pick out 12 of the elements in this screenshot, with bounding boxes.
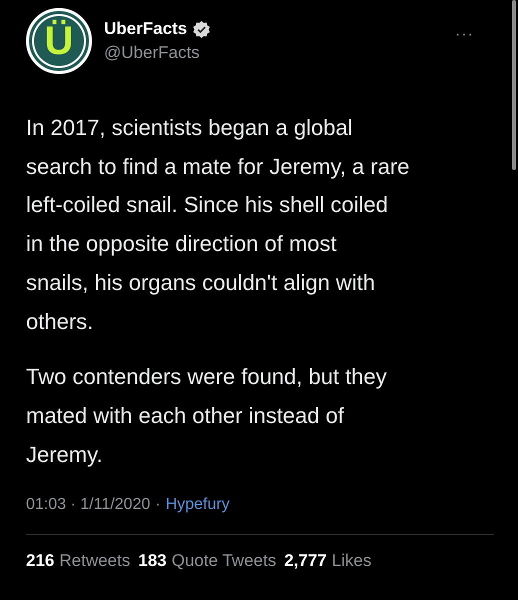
timestamp: 01:03 · 1/11/2020	[26, 496, 150, 514]
engagement-stat[interactable]: 2,777 Likes	[284, 551, 372, 572]
more-options-icon[interactable]: ···	[455, 26, 474, 44]
account-handle[interactable]: @UberFacts	[104, 43, 210, 63]
account-name[interactable]: UberFacts	[104, 19, 188, 39]
avatar[interactable]: Ü	[26, 8, 92, 74]
tweet-paragraph: In 2017, scientists began a global search to find a mate for Jeremy, a rare left-coiled snail. Since his shell coiled in the opposite direction of most snails, his organs couldn't align with others.	[26, 114, 411, 336]
engagement-stat[interactable]: 183 Quote Tweets	[138, 551, 276, 572]
separator-dot: ·	[155, 496, 161, 514]
tweet-paragraph: Two contenders were found, but they mated with each other instead of Jeremy.	[26, 363, 388, 469]
engagement-stat[interactable]: 216 Retweets	[26, 551, 130, 572]
source-link[interactable]: Hypefury	[166, 496, 230, 514]
